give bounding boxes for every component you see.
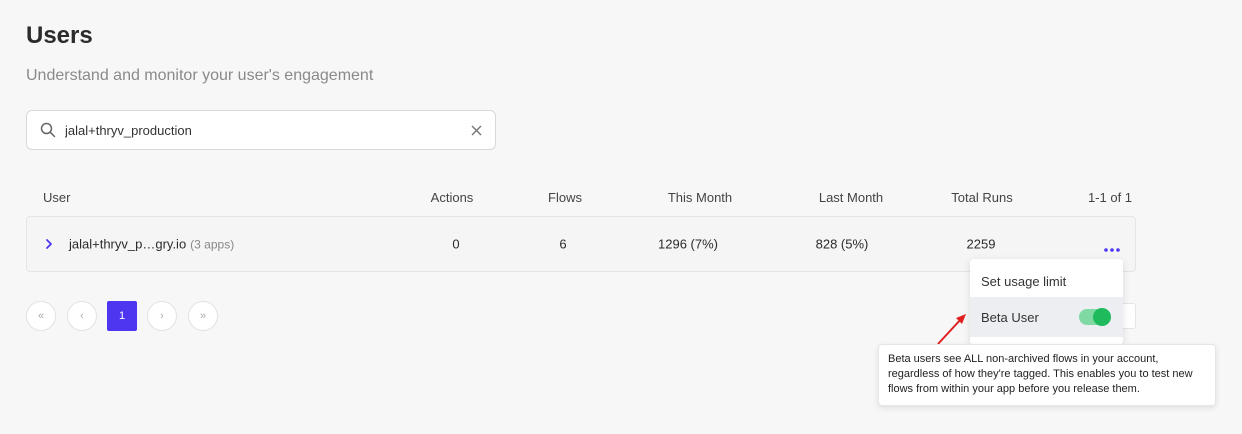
actions-cell: 0 (452, 236, 460, 252)
beta-user-tooltip: Beta users see ALL non-archived flows in… (878, 344, 1216, 406)
last-month-cell: 828 (5%) (815, 236, 869, 252)
user-apps-count: (3 apps) (190, 237, 235, 252)
user-cell: jalal+thryv_p…gry.io (3 apps) (69, 237, 234, 252)
column-header-actions: Actions (430, 190, 474, 205)
search-box[interactable] (26, 110, 496, 150)
search-input[interactable] (65, 111, 469, 149)
total-runs-cell: 2259 (966, 236, 996, 252)
page-title: Users (26, 22, 93, 49)
search-icon (39, 121, 57, 139)
beta-user-toggle[interactable] (1079, 308, 1111, 326)
table-header: User Actions Flows This Month Last Month… (0, 190, 1242, 206)
column-header-total-runs: Total Runs (951, 190, 1013, 205)
column-header-flows: Flows (548, 190, 582, 205)
menu-item-set-usage-limit[interactable]: Set usage limit (970, 261, 1123, 301)
column-header-last-month: Last Month (818, 190, 884, 205)
this-month-cell: 1296 (7%) (658, 236, 718, 252)
next-page-button[interactable]: › (147, 301, 177, 331)
prev-page-button[interactable]: ‹ (67, 301, 97, 331)
more-options-icon[interactable] (1103, 241, 1121, 252)
menu-item-label: Set usage limit (981, 273, 1067, 289)
chevron-right-icon[interactable] (43, 238, 55, 250)
first-page-button[interactable]: « (26, 301, 56, 331)
last-page-button[interactable]: » (188, 301, 218, 331)
pagination-range: 1-1 of 1 (1087, 190, 1133, 205)
toggle-knob (1093, 308, 1111, 326)
column-header-this-month: This Month (667, 190, 733, 205)
annotation-arrow-icon (937, 314, 966, 345)
close-icon[interactable] (469, 123, 483, 137)
menu-item-beta-user[interactable]: Beta User (970, 297, 1123, 337)
page-number-current[interactable]: 1 (107, 301, 137, 331)
flows-cell: 6 (559, 236, 567, 252)
column-header-user: User (43, 190, 71, 205)
user-email: jalal+thryv_p…gry.io (69, 236, 187, 252)
row-options-menu: Set usage limit Beta User (970, 259, 1123, 345)
page-subtitle: Understand and monitor your user's engag… (26, 67, 374, 84)
menu-item-label: Beta User (981, 309, 1039, 325)
